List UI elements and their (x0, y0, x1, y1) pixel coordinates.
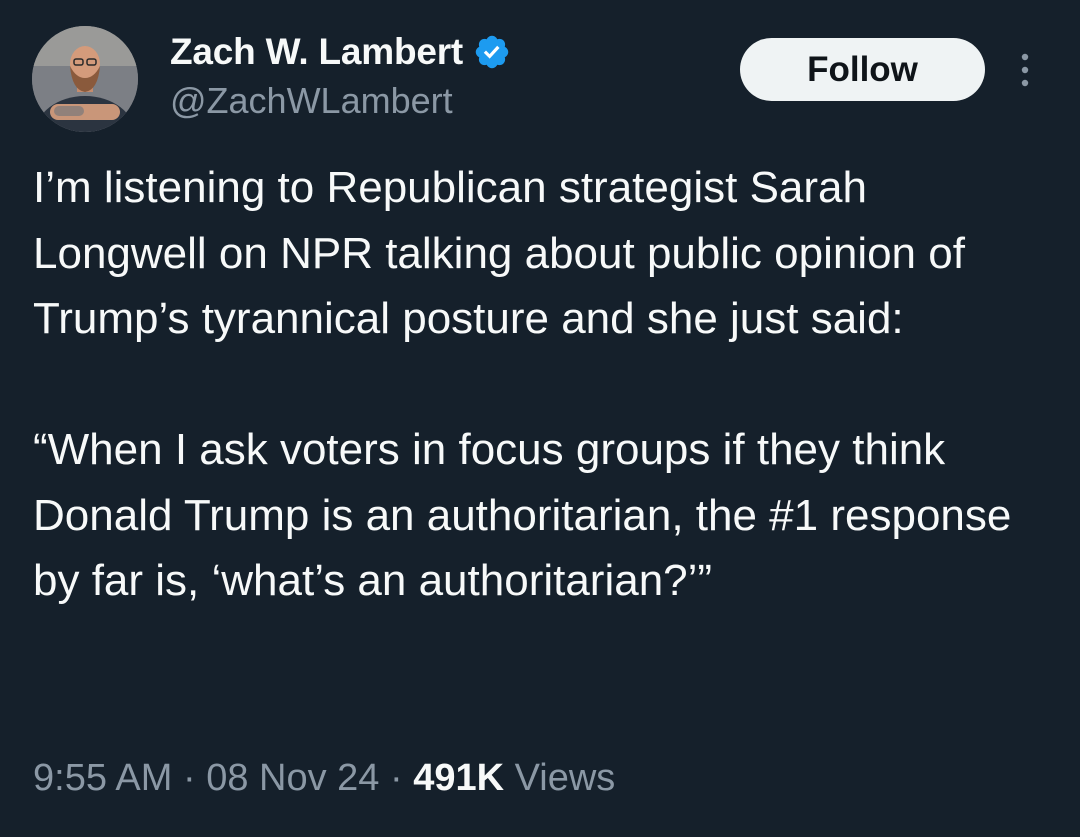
author-display-name[interactable]: Zach W. Lambert (170, 31, 463, 73)
meta-separator: · (172, 757, 207, 799)
tweet-metadata: 9:55 AM · 08 Nov 24 · 491K Views (33, 757, 615, 800)
tweet-date[interactable]: 08 Nov 24 (206, 757, 379, 799)
author-handle[interactable]: @ZachWLambert (170, 80, 453, 122)
meta-separator: · (379, 757, 414, 799)
tweet-time[interactable]: 9:55 AM (33, 757, 172, 799)
tweet-text: I’m listening to Republican strategist S… (33, 155, 1043, 614)
more-vertical-icon[interactable] (1010, 52, 1040, 88)
tweet-paragraph-2: “When I ask voters in focus groups if th… (33, 425, 1012, 605)
views-count[interactable]: 491K (413, 757, 504, 799)
verified-badge-icon (473, 33, 511, 71)
tweet-paragraph-1: I’m listening to Republican strategist S… (33, 163, 965, 343)
author-name-row[interactable]: Zach W. Lambert (170, 30, 511, 74)
avatar[interactable] (32, 26, 138, 132)
avatar-image (32, 26, 138, 132)
views-label: Views (504, 757, 616, 799)
follow-button[interactable]: Follow (740, 38, 985, 101)
